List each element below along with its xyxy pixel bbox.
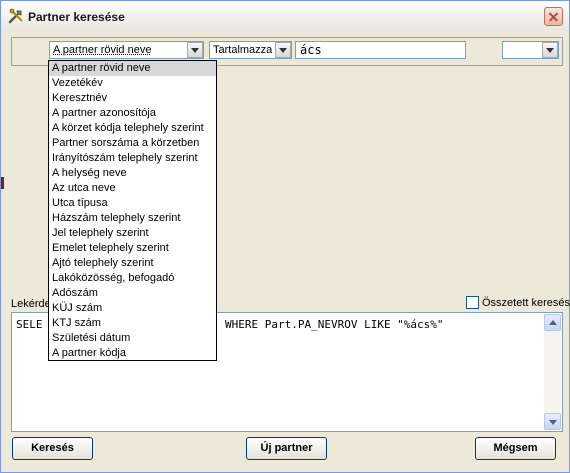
cancel-button[interactable]: Mégsem	[475, 437, 556, 460]
edge-marker	[1, 177, 4, 189]
complex-search-label: Összetett keresés	[482, 297, 570, 309]
field-select-value: A partner rövid neve	[53, 44, 152, 56]
operator-select[interactable]: Tartalmazza	[209, 41, 292, 59]
operator-select-value: Tartalmazza	[213, 44, 273, 56]
tools-icon	[8, 8, 24, 24]
search-input[interactable]: ács	[295, 41, 466, 59]
field-option[interactable]: Születési dátum	[49, 331, 216, 346]
field-option[interactable]: Vezetékév	[49, 76, 216, 91]
operator-select-chevron-down-icon[interactable]	[275, 42, 291, 58]
search-input-value: ács	[300, 43, 322, 57]
field-option[interactable]: Adószám	[49, 286, 216, 301]
field-option[interactable]: KTJ szám	[49, 316, 216, 331]
field-option[interactable]: Lakóközösség, befogadó	[49, 271, 216, 286]
field-dropdown-list: A partner rövid neve Vezetékév Keresztné…	[48, 60, 217, 361]
query-text-right: WHERE Part.PA_NEVROV LIKE "%ács%"	[225, 318, 444, 331]
query-text-left: SELE	[16, 318, 43, 331]
field-option[interactable]: A helység neve	[49, 166, 216, 181]
field-option[interactable]: A partner azonosítója	[49, 106, 216, 121]
field-option[interactable]: KÜJ szám	[49, 301, 216, 316]
extra-select-chevron-down-icon[interactable]	[542, 42, 558, 58]
extra-select[interactable]	[502, 41, 559, 59]
field-select[interactable]: A partner rövid neve	[49, 41, 204, 59]
field-option[interactable]: Emelet telephely szerint	[49, 241, 216, 256]
scroll-up-icon[interactable]	[544, 314, 561, 331]
field-option[interactable]: Jel telephely szerint	[49, 226, 216, 241]
field-option[interactable]: A körzet kódja telephely szerint	[49, 121, 216, 136]
field-option[interactable]: Házszám telephely szerint	[49, 211, 216, 226]
scroll-down-icon[interactable]	[544, 413, 561, 430]
search-button[interactable]: Keresés	[12, 437, 93, 460]
window-title: Partner keresése	[28, 10, 125, 24]
new-partner-button[interactable]: Új partner	[246, 437, 327, 460]
partner-search-window: Partner keresése A partner rövid neve Ta…	[0, 0, 570, 473]
field-option-selected[interactable]: A partner rövid neve	[49, 61, 216, 76]
field-select-chevron-down-icon[interactable]	[187, 42, 203, 58]
field-option[interactable]: Utca típusa	[49, 196, 216, 211]
title-bar: Partner keresése	[1, 1, 569, 31]
field-option[interactable]: Keresztnév	[49, 91, 216, 106]
close-icon[interactable]	[544, 7, 563, 26]
query-label: Lekérde	[11, 298, 51, 310]
field-option[interactable]: Partner sorszáma a körzetben	[49, 136, 216, 151]
field-option[interactable]: Irányítószám telephely szerint	[49, 151, 216, 166]
vertical-scrollbar[interactable]	[544, 314, 561, 430]
field-option[interactable]: Az utca neve	[49, 181, 216, 196]
field-option[interactable]: A partner kódja	[49, 346, 216, 361]
field-option[interactable]: Ajtó telephely szerint	[49, 256, 216, 271]
complex-search-checkbox[interactable]	[466, 296, 479, 309]
